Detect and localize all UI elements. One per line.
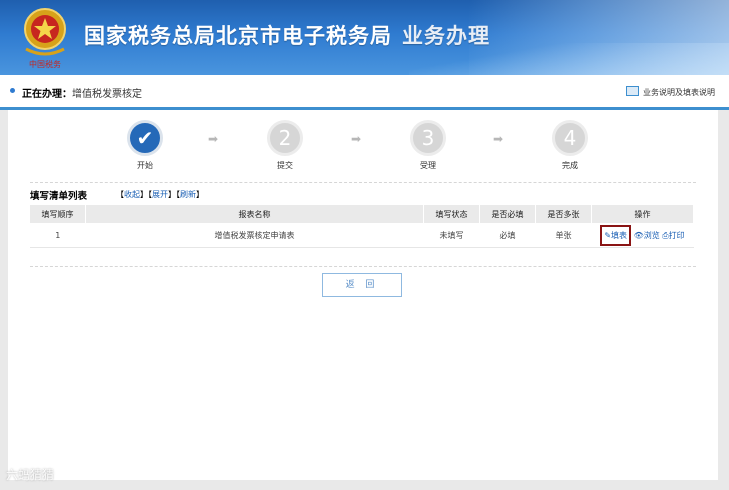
book-icon (626, 86, 639, 96)
divider (30, 182, 696, 183)
pencil-icon: ✎ (604, 230, 612, 240)
step-number: 2 (267, 120, 303, 156)
view-label: 浏览 (643, 230, 660, 240)
fill-form-label: 填表 (611, 230, 628, 240)
bullet-icon (10, 88, 15, 93)
column-header: 是否多张 (535, 205, 592, 223)
row-form-name: 增值税发票核定申请表 (85, 223, 424, 248)
site-subtitle: 业务办理 (402, 24, 490, 48)
collapse-link[interactable]: 收起 (124, 190, 140, 199)
step-label: 受理 (420, 161, 436, 170)
expand-link[interactable]: 展开 (152, 190, 168, 199)
column-header: 填写顺序 (30, 205, 86, 223)
main-panel: ✔ 开始 ➡ 2 提交 ➡ 3 受理 ➡ 4 完成 填写清单列表 【收起】【展开… (8, 110, 718, 480)
arrow-right-icon: ➡ (208, 132, 219, 146)
step-label: 提交 (277, 161, 293, 170)
row-actions: ✎填表 👁浏览 ⎙打印 (591, 223, 694, 248)
view-button[interactable]: 👁浏览 (634, 231, 660, 240)
step-number: 3 (410, 120, 446, 156)
tax-emblem-icon: 中国税务 (24, 8, 66, 69)
print-label: 打印 (668, 230, 685, 240)
check-icon: ✔ (127, 120, 163, 156)
divider (30, 266, 696, 267)
list-operations: 【收起】【展开】【刷新】 (116, 190, 204, 199)
eye-icon: 👁 (633, 230, 644, 240)
fill-form-button[interactable]: ✎填表 (600, 224, 632, 246)
step-label: 完成 (562, 161, 578, 170)
step-label: 开始 (137, 161, 153, 170)
current-task-value: 增值税发票核定 (72, 89, 142, 100)
row-status: 未填写 (423, 223, 480, 248)
row-required: 必填 (479, 223, 536, 248)
arrow-right-icon: ➡ (351, 132, 362, 146)
step-accept: 3 受理 (398, 120, 458, 171)
column-header: 填写状态 (423, 205, 480, 223)
column-header: 操作 (591, 205, 694, 223)
help-link-label: 业务说明及填表说明 (643, 88, 715, 97)
table-row: 1 增值税发票核定申请表 未填写 必填 单张 ✎填表 👁浏览 ⎙打印 (30, 223, 694, 248)
step-number: 4 (552, 120, 588, 156)
return-button[interactable]: 返 回 (322, 273, 402, 297)
help-link[interactable]: 业务说明及填表说明 (626, 86, 715, 98)
step-start: ✔ 开始 (115, 120, 175, 171)
status-bar: 正在办理：增值税发票核定 业务说明及填表说明 (0, 75, 729, 110)
step-complete: 4 完成 (540, 120, 600, 171)
header-banner: 中国税务 国家税务总局北京市电子税务局 业务办理 (0, 0, 729, 75)
step-submit: 2 提交 (255, 120, 315, 171)
row-order: 1 (30, 223, 86, 248)
current-task: 正在办理：增值税发票核定 (22, 85, 142, 100)
form-list-table: 填写顺序 报表名称 填写状态 是否必填 是否多张 操作 1 增值税发票核定申请表… (30, 205, 694, 248)
table-header-row: 填写顺序 报表名称 填写状态 是否必填 是否多张 操作 (30, 205, 694, 223)
emblem-text: 中国税务 (29, 59, 61, 69)
current-task-label: 正在办理： (22, 89, 72, 100)
print-button[interactable]: ⎙打印 (662, 231, 684, 240)
column-header: 报表名称 (85, 205, 424, 223)
column-header: 是否必填 (479, 205, 536, 223)
watermark: 六蚂猜猜 (6, 468, 55, 482)
row-multiple: 单张 (535, 223, 592, 248)
list-title: 填写清单列表 (30, 191, 88, 202)
page-title: 国家税务总局北京市电子税务局 业务办理 (84, 20, 490, 50)
arrow-right-icon: ➡ (493, 132, 504, 146)
site-title: 国家税务总局北京市电子税务局 (84, 24, 392, 48)
refresh-link[interactable]: 刷新 (180, 190, 196, 199)
